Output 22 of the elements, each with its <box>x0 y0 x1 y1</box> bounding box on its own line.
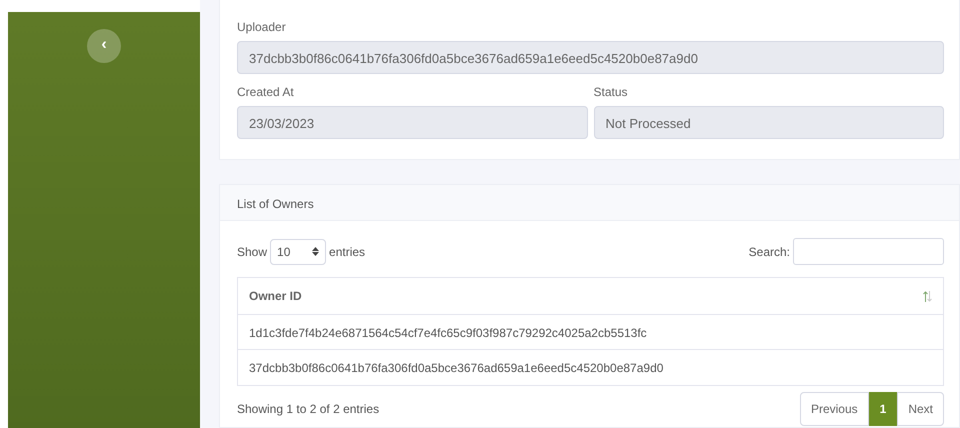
entries-label: entries <box>329 244 366 260</box>
status-field: Not Processed <box>594 106 944 139</box>
search-field[interactable] <box>793 238 944 265</box>
caret-icon <box>312 247 320 256</box>
show-label: Show <box>237 244 268 260</box>
collapse-button[interactable]: ‹ <box>87 29 121 63</box>
table-cell: 1d1c3fde7f4b24e6871564c54cf7e4fc65c9f03f987c79292c4025a2cb5513fc <box>249 326 647 340</box>
card-title: List of Owners <box>237 197 314 211</box>
page-button[interactable]: Previous <box>800 392 869 426</box>
table-cell: 37dcbb3b0f86c0641b76fa306fd0a5bce3676ad659a1e6eed5c4520b0e87a9d0 <box>249 361 664 375</box>
search-label: Search: <box>748 244 790 260</box>
sort-icon[interactable] <box>923 290 932 302</box>
field-label: Created At <box>237 84 295 101</box>
field-label: Uploader <box>237 19 287 36</box>
field-label: Status <box>594 84 629 101</box>
created-at-field: 23/03/2023 <box>237 106 588 139</box>
page-size-select[interactable]: 10 <box>270 238 326 264</box>
page-button[interactable]: 1 <box>868 392 898 426</box>
column-header[interactable]: Owner ID <box>249 287 302 305</box>
page-button[interactable]: Next <box>897 392 944 426</box>
entries-info: Showing 1 to 2 of 2 entries <box>237 401 380 418</box>
uploader-field: 37dcbb3b0f86c0641b76fa306fd0a5bce3676ad659a1e6eed5c4520b0e87a9d0 <box>237 41 944 74</box>
